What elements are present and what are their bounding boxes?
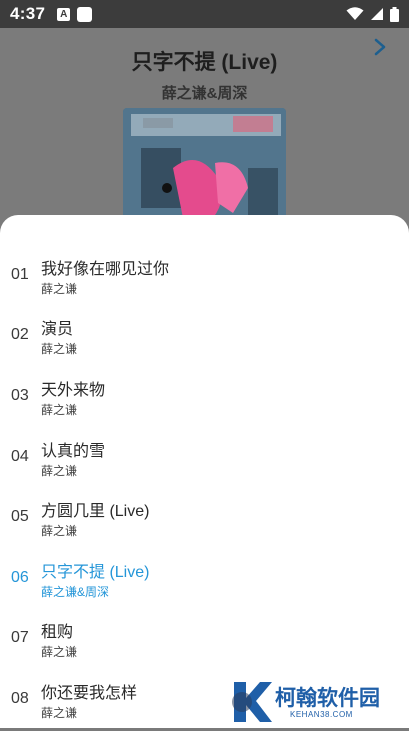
track-title: 方圆几里 (Live) [41, 503, 150, 520]
playlist-item[interactable]: 05 方圆几里 (Live) 薛之谦 [0, 489, 409, 549]
track-title: 我好像在哪见过你 [41, 261, 170, 278]
wifi-icon [346, 7, 364, 20]
battery-icon [390, 6, 399, 22]
album-cover-artwork [123, 108, 286, 228]
track-number: 04 [11, 448, 29, 465]
next-icon[interactable] [373, 38, 387, 56]
track-title: 只字不提 (Live) [41, 564, 150, 581]
track-title: 演员 [41, 321, 74, 338]
track-artist: 薛之谦 [41, 706, 78, 720]
watermark-title: 柯翰软件园 [275, 687, 380, 710]
track-title: 你还要我怎样 [41, 685, 138, 702]
playlist-item[interactable]: 07 租购 薛之谦 [0, 610, 409, 670]
track-artist: 薛之谦 [41, 645, 78, 659]
playlist-item[interactable]: 04 认真的雪 薛之谦 [0, 429, 409, 489]
track-number: 03 [11, 387, 29, 404]
watermark-logo-icon [232, 682, 272, 722]
status-bar: 4:37 A [0, 0, 409, 28]
now-playing-title: 只字不提 (Live) [131, 51, 278, 74]
track-artist: 薛之谦 [41, 524, 78, 538]
track-artist: 薛之谦 [41, 342, 78, 356]
playlist-sheet: 01 我好像在哪见过你 薛之谦 02 演员 薛之谦 03 天外来物 薛之谦 04… [0, 215, 409, 728]
track-title: 天外来物 [41, 382, 106, 399]
track-artist: 薛之谦 [41, 282, 78, 296]
playlist-item[interactable]: 03 天外来物 薛之谦 [0, 368, 409, 428]
notification-a-icon: A [57, 7, 71, 21]
playlist-item[interactable]: 02 演员 薛之谦 [0, 307, 409, 367]
track-title: 租购 [41, 624, 74, 641]
status-time: 4:37 [10, 4, 46, 23]
watermark-subtitle: KEHAN38.COM [290, 710, 353, 719]
track-number: 05 [11, 508, 29, 525]
album-cover [123, 108, 286, 228]
track-title: 认真的雪 [41, 443, 106, 460]
status-icons [346, 6, 399, 22]
now-playing-artist: 薛之谦&周深 [161, 85, 248, 102]
playlist-item[interactable]: 01 我好像在哪见过你 薛之谦 [0, 247, 409, 307]
track-number: 07 [11, 629, 29, 646]
track-artist: 薛之谦 [41, 403, 78, 417]
track-number: 06 [11, 569, 29, 586]
track-number: 02 [11, 326, 29, 343]
track-number: 08 [11, 690, 29, 707]
track-artist: 薛之谦 [41, 464, 78, 478]
notification-square-icon [77, 6, 93, 22]
playlist-item-active[interactable]: 06 只字不提 (Live) 薛之谦&周深 [0, 550, 409, 610]
watermark: 柯翰软件园 KEHAN38.COM [230, 680, 400, 724]
signal-icon [371, 8, 383, 20]
track-artist: 薛之谦&周深 [41, 585, 110, 599]
track-number: 01 [11, 266, 29, 283]
